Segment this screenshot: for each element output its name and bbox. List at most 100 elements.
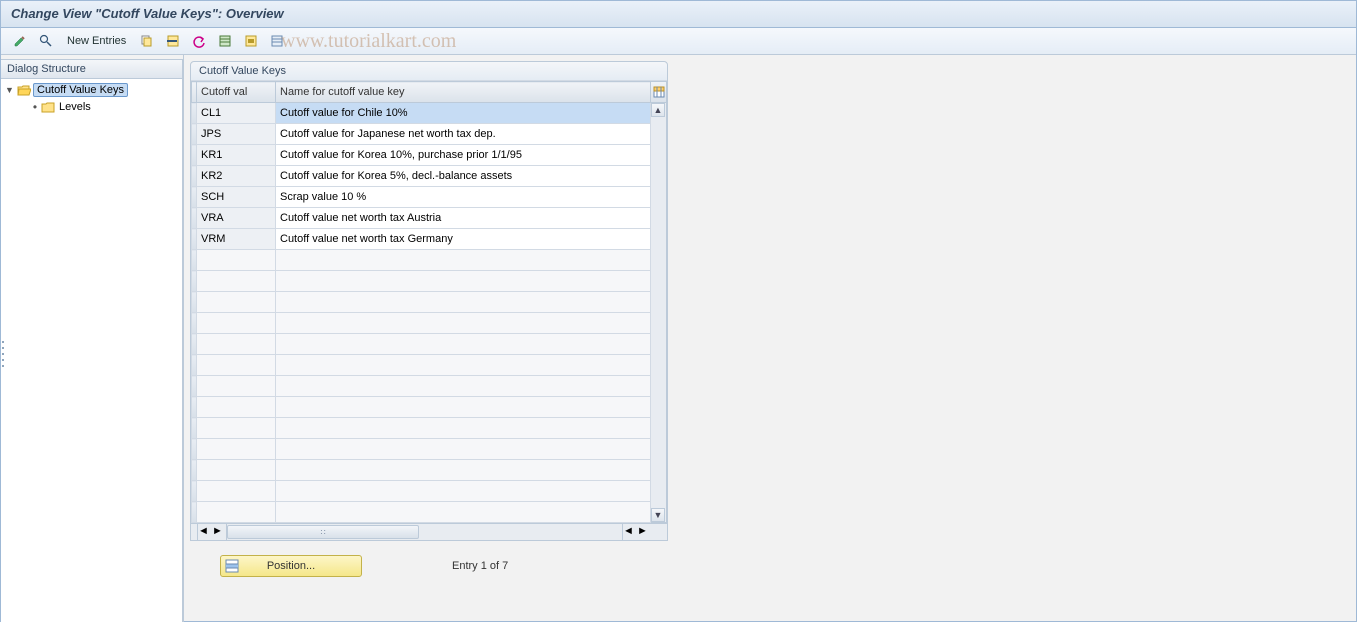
delete-icon[interactable] <box>162 30 184 52</box>
vertical-scrollbar[interactable]: ▲ ▼ <box>651 81 667 523</box>
table-row[interactable]: CL1Cutoff value for Chile 10% <box>192 103 651 124</box>
cell-name[interactable] <box>276 418 651 439</box>
table-row[interactable]: KR2Cutoff value for Korea 5%, decl.-bala… <box>192 166 651 187</box>
pane-resize-handle[interactable] <box>1 339 5 369</box>
cell-name[interactable] <box>276 355 651 376</box>
new-entries-button[interactable]: New Entries <box>61 31 132 51</box>
cell-name[interactable]: Cutoff value for Korea 10%, purchase pri… <box>276 145 651 166</box>
scroll-left-icon[interactable]: ◄ <box>198 525 212 539</box>
cell-name[interactable] <box>276 250 651 271</box>
tree-item-cutoff-value-keys[interactable]: ▼ Cutoff Value Keys <box>1 81 182 98</box>
cell-key[interactable] <box>197 502 276 523</box>
table-area: Cutoff val Name for cutoff value key CL1… <box>191 81 667 523</box>
scroll-left-icon[interactable]: ◄ <box>623 525 637 539</box>
cell-key[interactable] <box>197 271 276 292</box>
cell-key[interactable] <box>197 334 276 355</box>
cell-key[interactable]: KR1 <box>197 145 276 166</box>
table-row[interactable]: SCHScrap value 10 % <box>192 187 651 208</box>
table-config-icon[interactable] <box>651 82 666 103</box>
hscroll-thumb[interactable]: ∷ <box>227 525 419 539</box>
table-row[interactable]: VRMCutoff value net worth tax Germany <box>192 229 651 250</box>
tree-item-levels[interactable]: • Levels <box>1 98 182 115</box>
table-row-empty[interactable] <box>192 376 651 397</box>
cell-key[interactable]: VRM <box>197 229 276 250</box>
expander-icon[interactable]: ▼ <box>5 85 15 95</box>
cell-name[interactable] <box>276 334 651 355</box>
scroll-down-icon[interactable]: ▼ <box>651 508 665 522</box>
cell-name[interactable] <box>276 502 651 523</box>
display-change-icon[interactable] <box>9 30 31 52</box>
cell-name[interactable] <box>276 439 651 460</box>
table-row-empty[interactable] <box>192 271 651 292</box>
select-all-icon[interactable] <box>214 30 236 52</box>
table-row-empty[interactable] <box>192 439 651 460</box>
cell-name[interactable]: Cutoff value net worth tax Germany <box>276 229 651 250</box>
cell-name[interactable] <box>276 313 651 334</box>
cell-key[interactable] <box>197 460 276 481</box>
table-row-empty[interactable] <box>192 250 651 271</box>
table-row[interactable]: JPSCutoff value for Japanese net worth t… <box>192 124 651 145</box>
cell-name[interactable] <box>276 481 651 502</box>
scroll-up-icon[interactable]: ▲ <box>651 103 665 117</box>
cell-key[interactable] <box>197 376 276 397</box>
toolbar: New Entries www.tutorialkart.com <box>1 28 1356 55</box>
copy-icon[interactable] <box>136 30 158 52</box>
hscroll-track[interactable]: ∷ <box>226 524 623 540</box>
other-view-icon[interactable] <box>35 30 57 52</box>
hscroll-fixed[interactable]: ◄ ► <box>198 524 226 540</box>
cell-key[interactable] <box>197 355 276 376</box>
group-title: Cutoff Value Keys <box>191 62 667 81</box>
hscroll-right[interactable]: ◄ ► <box>623 524 651 540</box>
cell-key[interactable] <box>197 481 276 502</box>
scroll-right-icon[interactable]: ► <box>212 525 226 539</box>
deselect-all-icon[interactable] <box>266 30 288 52</box>
column-header-key[interactable]: Cutoff val <box>197 82 276 103</box>
tree-item-label: Levels <box>57 101 93 113</box>
cell-name[interactable]: Cutoff value for Japanese net worth tax … <box>276 124 651 145</box>
cell-name[interactable] <box>276 460 651 481</box>
horizontal-scroll-row: ◄ ► ∷ ◄ ► <box>191 523 667 540</box>
cell-key[interactable] <box>197 292 276 313</box>
cell-key[interactable]: VRA <box>197 208 276 229</box>
undo-icon[interactable] <box>188 30 210 52</box>
table-row-empty[interactable] <box>192 334 651 355</box>
table-row-empty[interactable] <box>192 502 651 523</box>
cell-name[interactable]: Cutoff value net worth tax Austria <box>276 208 651 229</box>
select-block-icon[interactable] <box>240 30 262 52</box>
sap-window: Change View "Cutoff Value Keys": Overvie… <box>0 0 1357 622</box>
table-row-empty[interactable] <box>192 292 651 313</box>
table-row-empty[interactable] <box>192 481 651 502</box>
folder-open-icon <box>17 84 31 96</box>
cell-key[interactable] <box>197 418 276 439</box>
table-row-empty[interactable] <box>192 397 651 418</box>
table-row-empty[interactable] <box>192 460 651 481</box>
cell-key[interactable]: CL1 <box>197 103 276 124</box>
tree-header: Dialog Structure <box>1 59 183 79</box>
cell-name[interactable] <box>276 271 651 292</box>
table-row[interactable]: VRACutoff value net worth tax Austria <box>192 208 651 229</box>
cell-key[interactable]: SCH <box>197 187 276 208</box>
table-row-empty[interactable] <box>192 355 651 376</box>
column-header-name[interactable]: Name for cutoff value key <box>276 82 651 103</box>
position-button[interactable]: Position... <box>220 555 362 577</box>
table-row-empty[interactable] <box>192 313 651 334</box>
cutoff-value-table[interactable]: Cutoff val Name for cutoff value key CL1… <box>191 81 651 523</box>
cell-key[interactable] <box>197 250 276 271</box>
cell-name[interactable] <box>276 292 651 313</box>
cell-key[interactable] <box>197 397 276 418</box>
table-row[interactable]: KR1Cutoff value for Korea 10%, purchase … <box>192 145 651 166</box>
cell-name[interactable] <box>276 376 651 397</box>
cell-name[interactable]: Scrap value 10 % <box>276 187 651 208</box>
content-pane: Cutoff Value Keys Cutoff val Name for cu… <box>184 55 1356 622</box>
cell-key[interactable]: KR2 <box>197 166 276 187</box>
cell-name[interactable]: Cutoff value for Chile 10% <box>276 103 651 124</box>
cell-key[interactable] <box>197 313 276 334</box>
scroll-track[interactable] <box>651 117 666 508</box>
cell-name[interactable] <box>276 397 651 418</box>
scroll-right-icon[interactable]: ► <box>637 525 651 539</box>
window-title: Change View "Cutoff Value Keys": Overvie… <box>1 1 1356 28</box>
cell-key[interactable]: JPS <box>197 124 276 145</box>
cell-key[interactable] <box>197 439 276 460</box>
cell-name[interactable]: Cutoff value for Korea 5%, decl.-balance… <box>276 166 651 187</box>
table-row-empty[interactable] <box>192 418 651 439</box>
